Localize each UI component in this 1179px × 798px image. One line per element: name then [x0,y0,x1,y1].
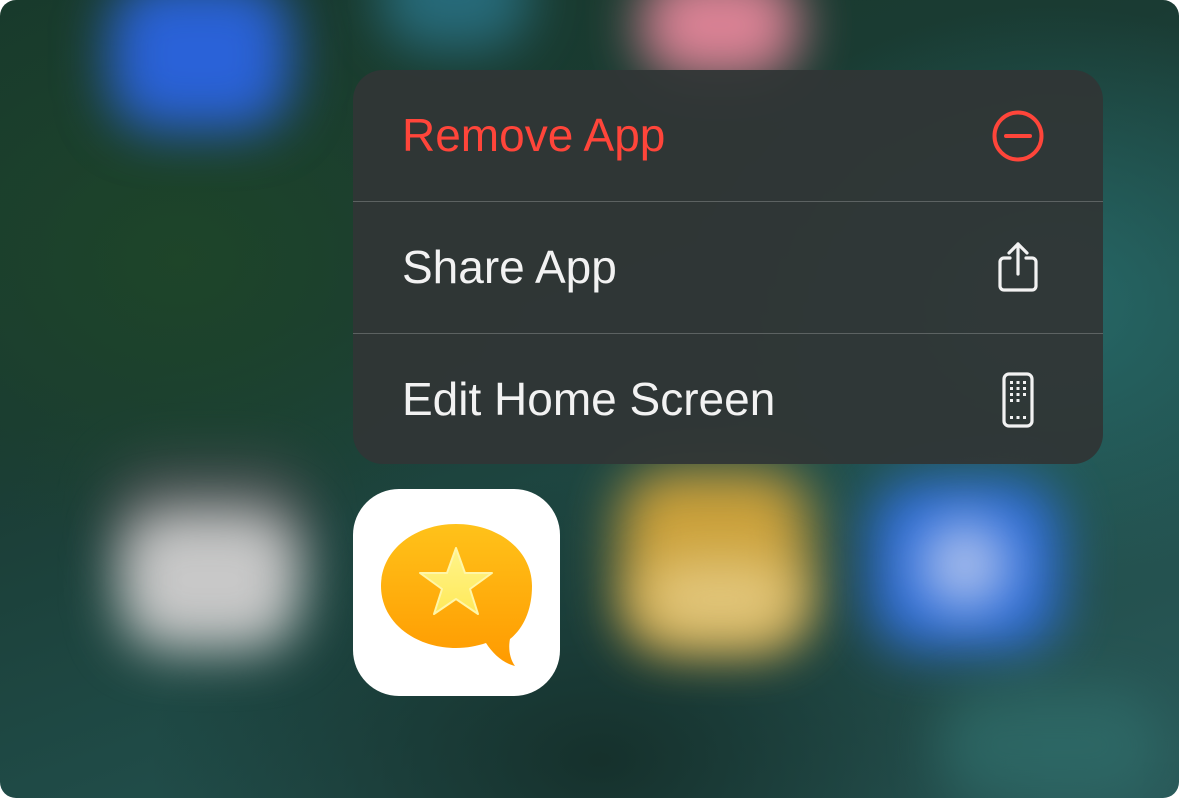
share-app-label: Share App [402,241,617,293]
blurred-app-icon [110,0,290,130]
app-icon[interactable] [353,489,560,696]
share-icon [998,242,1038,292]
blurred-app-icon [920,520,1010,610]
blurred-app-icon [940,690,1160,798]
phone-apps-icon [1002,372,1034,428]
edit-home-screen-label: Edit Home Screen [402,373,776,425]
star-speech-bubble-icon [381,524,532,666]
blurred-app-icon [640,560,800,640]
blurred-app-icon [120,510,300,650]
share-app-menu-item[interactable]: Share App [353,202,1103,333]
blurred-app-icon [380,0,530,50]
blurred-app-icon [640,0,800,80]
minus-circle-icon [992,110,1044,162]
remove-app-menu-item[interactable]: Remove App [353,70,1103,201]
home-screen: Remove App Share App Edit Home Screen [0,0,1179,798]
app-context-menu: Remove App Share App Edit Home Screen [353,70,1103,464]
edit-home-screen-menu-item[interactable]: Edit Home Screen [353,334,1103,464]
remove-app-label: Remove App [402,109,666,161]
